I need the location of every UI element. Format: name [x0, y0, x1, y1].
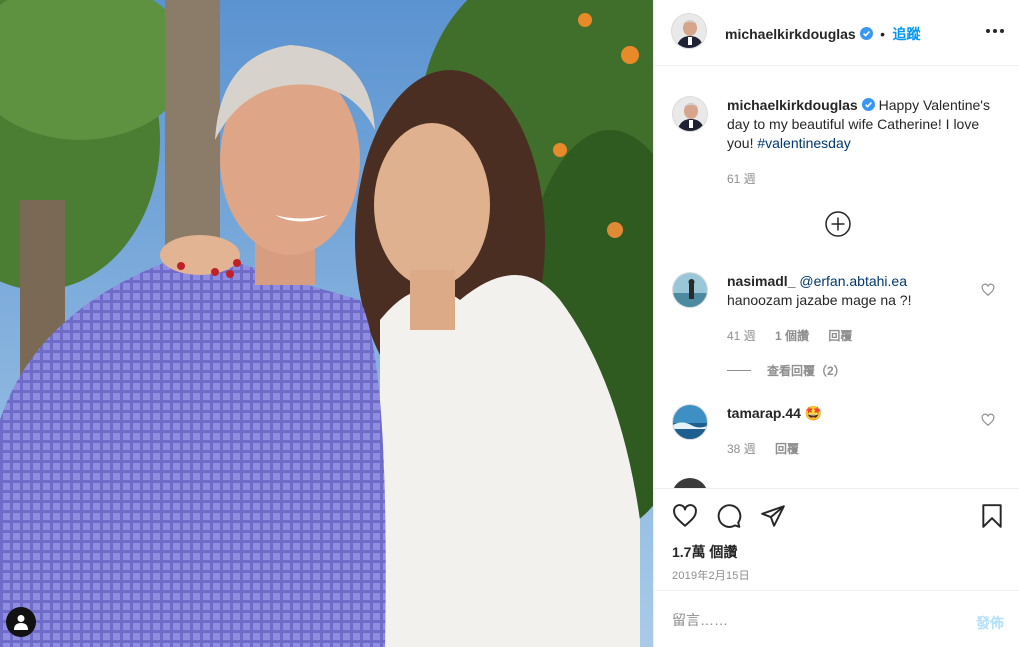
- header-separator: •: [880, 26, 886, 42]
- view-replies-line: [727, 370, 751, 371]
- user-tag-icon: [14, 615, 28, 630]
- comment-age: 38 週: [727, 442, 756, 456]
- comment-form: 發佈: [654, 590, 1019, 647]
- post-panel: michaelkirkdouglas • 追蹤 michaelkirkdougl…: [653, 0, 1019, 647]
- caption-username[interactable]: michaelkirkdouglas: [727, 97, 858, 113]
- caption-age: 61 週: [727, 172, 756, 186]
- bookmark-icon[interactable]: [979, 503, 1005, 529]
- plus-circle-icon[interactable]: [825, 211, 851, 237]
- follow-button[interactable]: 追蹤: [893, 26, 921, 42]
- comment-username[interactable]: tamarap.44: [727, 405, 801, 421]
- heart-icon[interactable]: [672, 503, 698, 529]
- post-image: [0, 0, 653, 647]
- post-photo[interactable]: [0, 0, 653, 647]
- comment-mention[interactable]: @erfan.abtahi.ea: [799, 273, 907, 289]
- post-actions: 1.7萬 個讚 2019年2月15日: [654, 488, 1019, 590]
- author-username[interactable]: michaelkirkdouglas: [725, 26, 856, 42]
- comment-reply-button[interactable]: 回覆: [828, 329, 852, 343]
- post-header: michaelkirkdouglas • 追蹤: [654, 0, 1019, 66]
- view-replies-button[interactable]: 查看回覆（2）: [727, 362, 846, 379]
- caption-text-block: michaelkirkdouglas Happy Valentine's day…: [727, 96, 997, 153]
- comment-age: 41 週: [727, 329, 756, 343]
- comment-item: tamarap.44 🤩 38 週 回覆: [672, 404, 1002, 464]
- next-comment-avatar: [672, 478, 708, 488]
- comment-emoji: 🤩: [804, 405, 823, 421]
- verified-badge-icon: [861, 98, 875, 111]
- caption-hashtag[interactable]: #valentinesday: [757, 135, 850, 151]
- verified-badge-icon: [859, 27, 873, 40]
- likes-count[interactable]: 1.7萬 個讚: [672, 542, 737, 562]
- comment-username[interactable]: nasimadl_: [727, 273, 795, 289]
- comment-likes[interactable]: 1 個讚: [775, 329, 809, 343]
- comment-meta: 41 週 1 個讚 回覆: [727, 327, 868, 344]
- comment-like-heart-icon[interactable]: [981, 283, 995, 297]
- commenter-avatar[interactable]: [672, 272, 708, 308]
- share-icon[interactable]: [760, 503, 786, 529]
- comment-reply-button[interactable]: 回覆: [775, 442, 799, 456]
- comment-body: nasimadl_ @erfan.abtahi.ea hanoozam jaza…: [727, 272, 967, 310]
- author-avatar[interactable]: [671, 13, 707, 49]
- comment-icon[interactable]: [716, 503, 742, 529]
- comment-meta: 38 週 回覆: [727, 440, 815, 457]
- comment-text: hanoozam jazabe mage na ?!: [727, 292, 912, 308]
- user-tag-button[interactable]: [6, 607, 36, 637]
- comment-input[interactable]: [672, 610, 942, 630]
- comment-like-heart-icon[interactable]: [981, 413, 995, 427]
- post-date[interactable]: 2019年2月15日: [672, 567, 750, 583]
- comment-body: tamarap.44 🤩: [727, 404, 967, 423]
- commenter-avatar[interactable]: [672, 404, 708, 440]
- view-replies-label: 查看回覆（2）: [767, 364, 846, 378]
- caption-author-avatar[interactable]: [672, 96, 708, 132]
- post-comment-button[interactable]: 發佈: [976, 613, 1004, 633]
- more-options-icon[interactable]: [986, 24, 1004, 38]
